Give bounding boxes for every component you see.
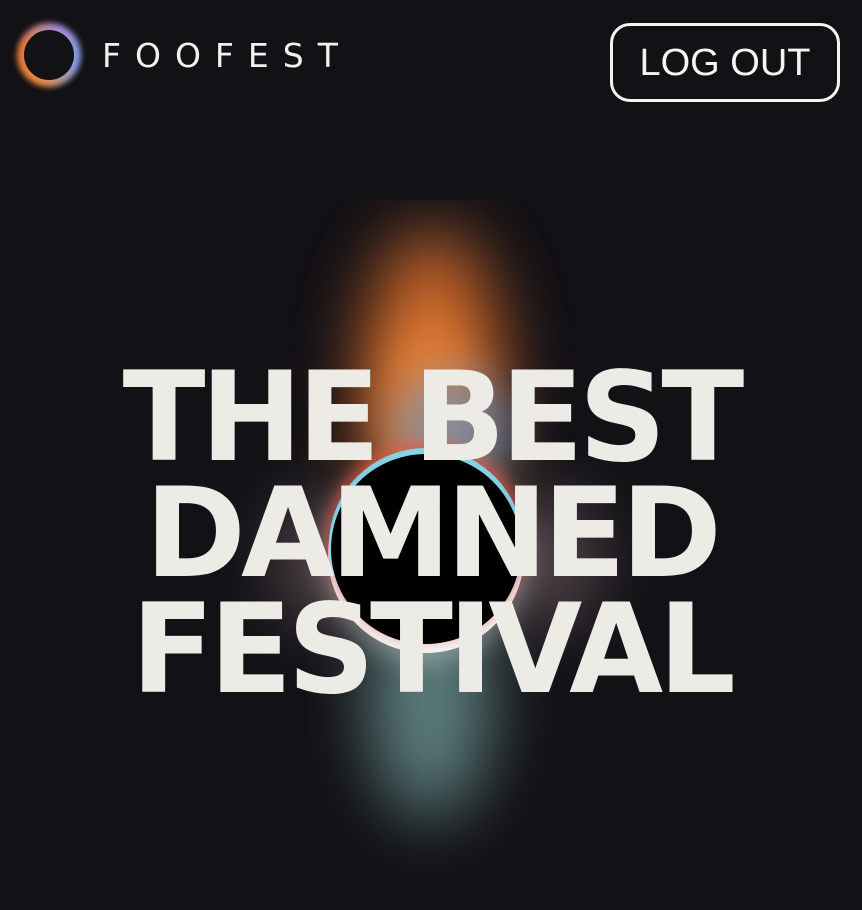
headline-line-2: DAMNED: [144, 462, 722, 606]
headline-line-1: THE BEST: [122, 346, 745, 490]
logout-button[interactable]: LOG OUT: [610, 23, 840, 102]
site-header: FOOFEST LOG OUT: [0, 0, 862, 120]
hero-section: THE BEST DAMNED FESTIVAL: [0, 200, 862, 880]
eclipse-ring-icon: [14, 20, 84, 90]
logo-text: FOOFEST: [102, 35, 352, 75]
headline-line-3: FESTIVAL: [131, 578, 736, 722]
logo[interactable]: FOOFEST: [14, 20, 352, 90]
hero-headline: THE BEST DAMNED FESTIVAL: [0, 346, 862, 722]
